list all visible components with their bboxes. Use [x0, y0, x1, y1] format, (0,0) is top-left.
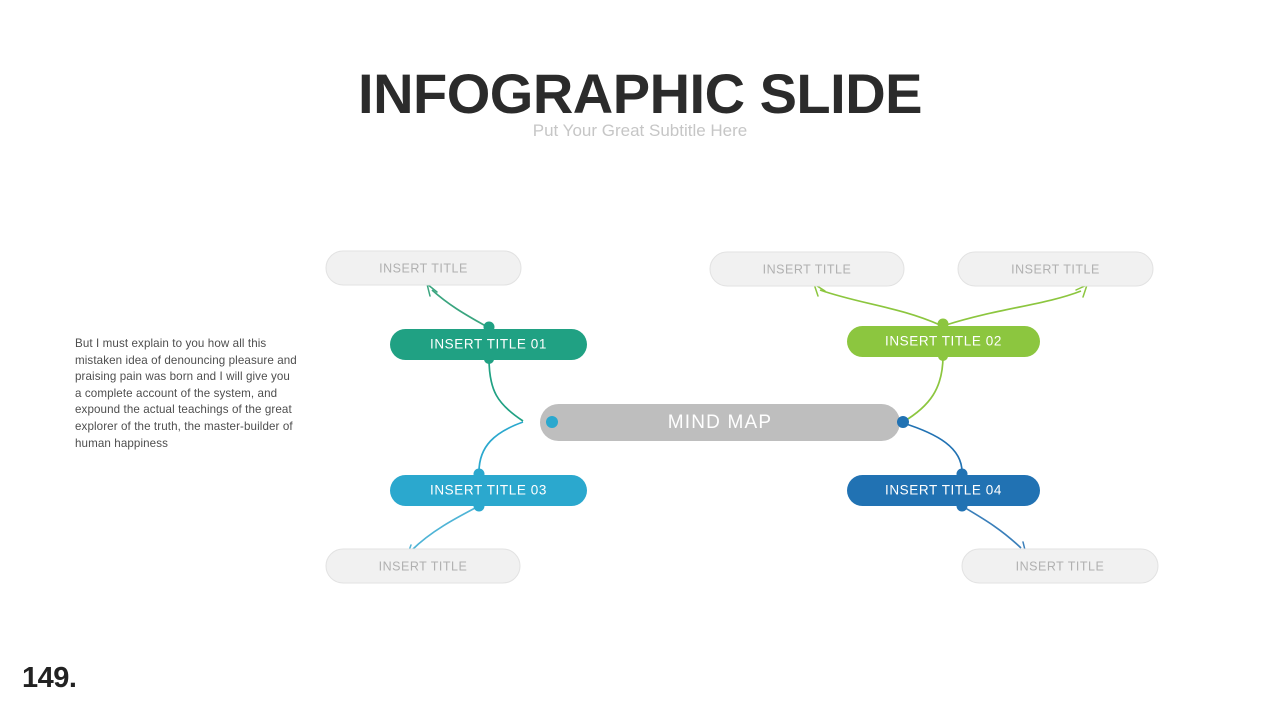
- child-node-label: INSERT TITLE: [379, 261, 468, 275]
- branch-node-01[interactable]: INSERT TITLE 01: [390, 321, 587, 365]
- child-node-branch-02-2[interactable]: INSERT TITLE: [957, 251, 1154, 287]
- child-node-label: INSERT TITLE: [379, 559, 468, 573]
- branch-node-04[interactable]: INSERT TITLE 04: [847, 468, 1040, 512]
- branch-node-label: INSERT TITLE 02: [885, 334, 1002, 349]
- center-node-mind-map[interactable]: MIND MAP: [540, 404, 900, 441]
- branch-node-label: INSERT TITLE 03: [430, 483, 547, 498]
- connector-branch-03-to-child-1: [411, 505, 480, 551]
- connector-branch-02-to-child-1: [819, 289, 941, 326]
- connector-branch-02-to-child-2: [945, 290, 1082, 326]
- connector-branch-02-to-center: [902, 355, 944, 423]
- child-node-branch-01-1[interactable]: INSERT TITLE: [325, 250, 522, 286]
- branch-node-03[interactable]: INSERT TITLE 03: [390, 468, 587, 512]
- child-node-label: INSERT TITLE: [763, 262, 852, 276]
- child-node-branch-04-1[interactable]: INSERT TITLE: [961, 548, 1159, 584]
- arrowhead-branch-02-child-2: [1075, 284, 1088, 298]
- child-node-branch-02-1[interactable]: INSERT TITLE: [709, 251, 905, 287]
- child-node-label: INSERT TITLE: [1016, 559, 1105, 573]
- branch-node-label: INSERT TITLE 04: [885, 483, 1002, 498]
- child-node-branch-03-1[interactable]: INSERT TITLE: [325, 548, 521, 584]
- child-node-label: INSERT TITLE: [1011, 262, 1100, 276]
- branch-node-02[interactable]: INSERT TITLE 02: [847, 318, 1040, 362]
- branch-node-label: INSERT TITLE 01: [430, 337, 547, 352]
- connector-branch-01-to-center: [488, 357, 524, 422]
- center-hub-dot-left: [546, 416, 558, 428]
- center-hub-dot-right: [897, 416, 909, 428]
- connector-branch-03-to-center: [478, 421, 524, 473]
- connector-branch-04-to-center: [902, 422, 963, 473]
- connector-branch-04-to-child-1: [961, 505, 1022, 549]
- connector-branch-01-to-child-1: [431, 289, 490, 329]
- mind-map-diagram: INSERT TITLE INSERT TITLE INSERT TITLE I…: [325, 250, 1159, 584]
- center-node-label: MIND MAP: [668, 412, 773, 433]
